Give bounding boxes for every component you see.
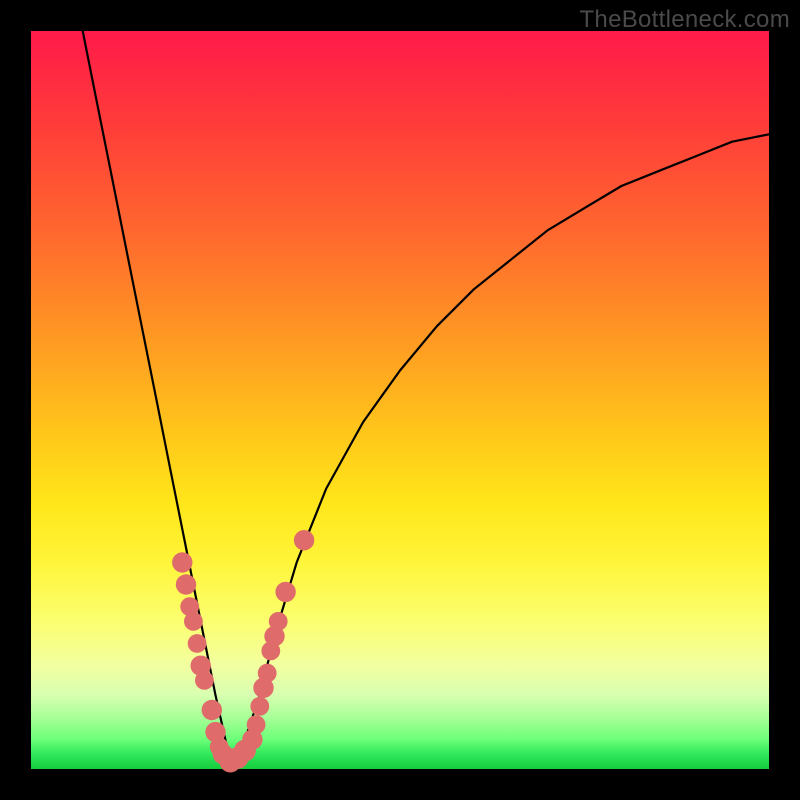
data-point-marker	[247, 715, 266, 734]
data-point-marker	[172, 552, 192, 572]
data-point-marker	[176, 574, 196, 594]
data-point-marker	[269, 612, 288, 631]
marker-layer	[172, 530, 314, 772]
data-point-marker	[188, 634, 207, 653]
data-point-marker	[184, 612, 203, 631]
plot-area	[31, 31, 769, 769]
chart-frame: TheBottleneck.com	[0, 0, 800, 800]
data-point-marker	[275, 582, 295, 602]
data-point-marker	[202, 700, 222, 720]
curve-layer	[83, 31, 769, 762]
data-point-marker	[294, 530, 314, 550]
data-point-marker	[258, 664, 277, 683]
watermark-text: TheBottleneck.com	[579, 6, 790, 34]
bottleneck-chart-svg	[31, 31, 769, 769]
bottleneck-curve	[83, 31, 769, 762]
data-point-marker	[250, 697, 269, 716]
data-point-marker	[195, 671, 214, 690]
